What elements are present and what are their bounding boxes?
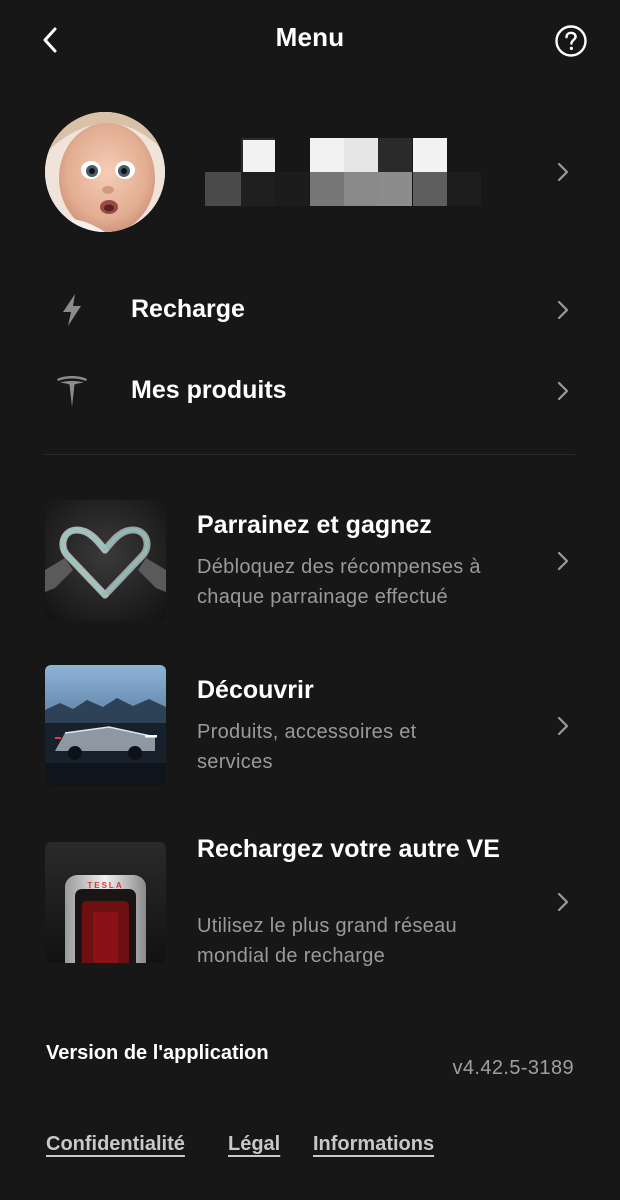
- privacy-link[interactable]: Confidentialité: [46, 1133, 185, 1156]
- menu-item-products[interactable]: Mes produits: [0, 355, 620, 427]
- promo-description: Produits, accessoires et services: [197, 721, 417, 773]
- chevron-right-icon: [557, 892, 569, 912]
- avatar[interactable]: [45, 112, 165, 232]
- divider: [45, 454, 575, 455]
- version-value: v4.42.5-3189: [452, 1057, 574, 1079]
- robot-hands-heart-image: [45, 500, 166, 621]
- chevron-right-icon: [557, 716, 569, 736]
- lightning-bolt-icon: [52, 290, 92, 330]
- version-label: Version de l'application: [46, 1042, 269, 1064]
- menu-item-recharge[interactable]: Recharge: [0, 274, 620, 346]
- promo-referral[interactable]: Parrainez et gagnez Débloquez des récomp…: [0, 500, 620, 625]
- tesla-sign-text: TESLA: [87, 881, 123, 890]
- promo-title: Rechargez votre autre VE: [197, 835, 500, 863]
- legal-link[interactable]: Légal: [228, 1133, 280, 1156]
- promo-title: Parrainez et gagnez: [197, 511, 432, 539]
- chevron-right-icon: [557, 381, 569, 401]
- chevron-right-icon: [557, 162, 569, 182]
- promo-charge-other-ev[interactable]: TESLA Rechargez votre autre VE Utilisez …: [0, 835, 620, 975]
- chevron-right-icon: [557, 300, 569, 320]
- cybertruck-landscape-image: [45, 665, 166, 786]
- information-link[interactable]: Informations: [313, 1133, 434, 1156]
- promo-description: Utilisez le plus grand réseau mondial de…: [197, 915, 457, 967]
- profile-name-obscured: [205, 138, 495, 206]
- promo-description: Débloquez des récompenses à chaque parra…: [197, 556, 481, 608]
- tesla-supercharger-image: TESLA: [45, 842, 166, 963]
- menu-item-label: Mes produits: [131, 376, 287, 404]
- help-button[interactable]: [550, 20, 592, 62]
- promo-discover[interactable]: Découvrir Produits, accessoires et servi…: [0, 665, 620, 790]
- chevron-right-icon: [557, 551, 569, 571]
- help-circle-icon: [555, 25, 587, 57]
- page-title: Menu: [275, 22, 345, 52]
- promo-title: Découvrir: [197, 676, 314, 704]
- menu-item-label: Recharge: [131, 295, 245, 323]
- avatar-photo: [45, 112, 165, 232]
- tesla-logo-icon: [52, 371, 92, 411]
